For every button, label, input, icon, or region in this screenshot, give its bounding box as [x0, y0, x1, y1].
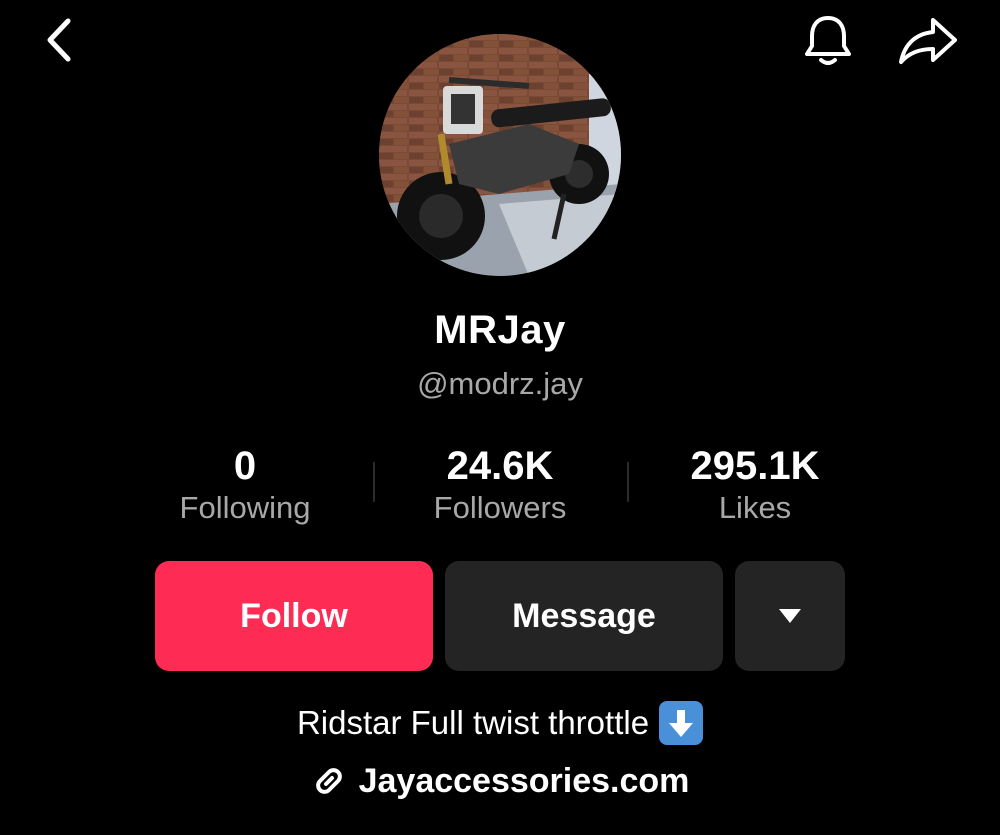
- share-button[interactable]: [894, 10, 962, 70]
- avatar[interactable]: [379, 34, 621, 276]
- notification-bell-button[interactable]: [796, 10, 860, 70]
- link-icon: [315, 768, 342, 794]
- bio: Ridstar Full twist throttle: [0, 701, 1000, 745]
- stat-following[interactable]: 0 Following: [135, 440, 355, 528]
- follow-button[interactable]: Follow: [155, 561, 433, 671]
- bell-icon: [805, 16, 851, 65]
- bio-text: Ridstar Full twist throttle: [296, 704, 650, 741]
- more-options-button[interactable]: [735, 561, 845, 671]
- follow-button-label: Follow: [240, 596, 348, 635]
- avatar-photo: [379, 34, 621, 276]
- stat-label: Followers: [433, 490, 567, 525]
- stat-followers[interactable]: 24.6K Followers: [390, 440, 610, 528]
- profile-link[interactable]: Jayaccessories.com: [0, 758, 1000, 804]
- message-button[interactable]: Message: [445, 561, 723, 671]
- profile-handle: @modrz.jay: [417, 366, 583, 401]
- stat-divider: [373, 462, 375, 502]
- back-button[interactable]: [28, 12, 88, 68]
- share-arrow-icon: [899, 18, 957, 64]
- stat-value: 0: [233, 444, 257, 488]
- profile-link-text: Jayaccessories.com: [358, 762, 690, 800]
- down-arrow-emoji-icon: [659, 701, 704, 745]
- stat-label: Likes: [718, 490, 792, 525]
- stat-likes[interactable]: 295.1K Likes: [645, 440, 865, 528]
- stat-value: 24.6K: [446, 444, 554, 488]
- stat-value: 295.1K: [690, 444, 820, 488]
- profile-name: MRJay: [434, 308, 566, 352]
- chevron-left-icon: [47, 18, 71, 62]
- stat-label: Following: [179, 490, 311, 525]
- caret-down-icon: [779, 609, 801, 623]
- stat-divider: [627, 462, 629, 502]
- message-button-label: Message: [512, 596, 656, 635]
